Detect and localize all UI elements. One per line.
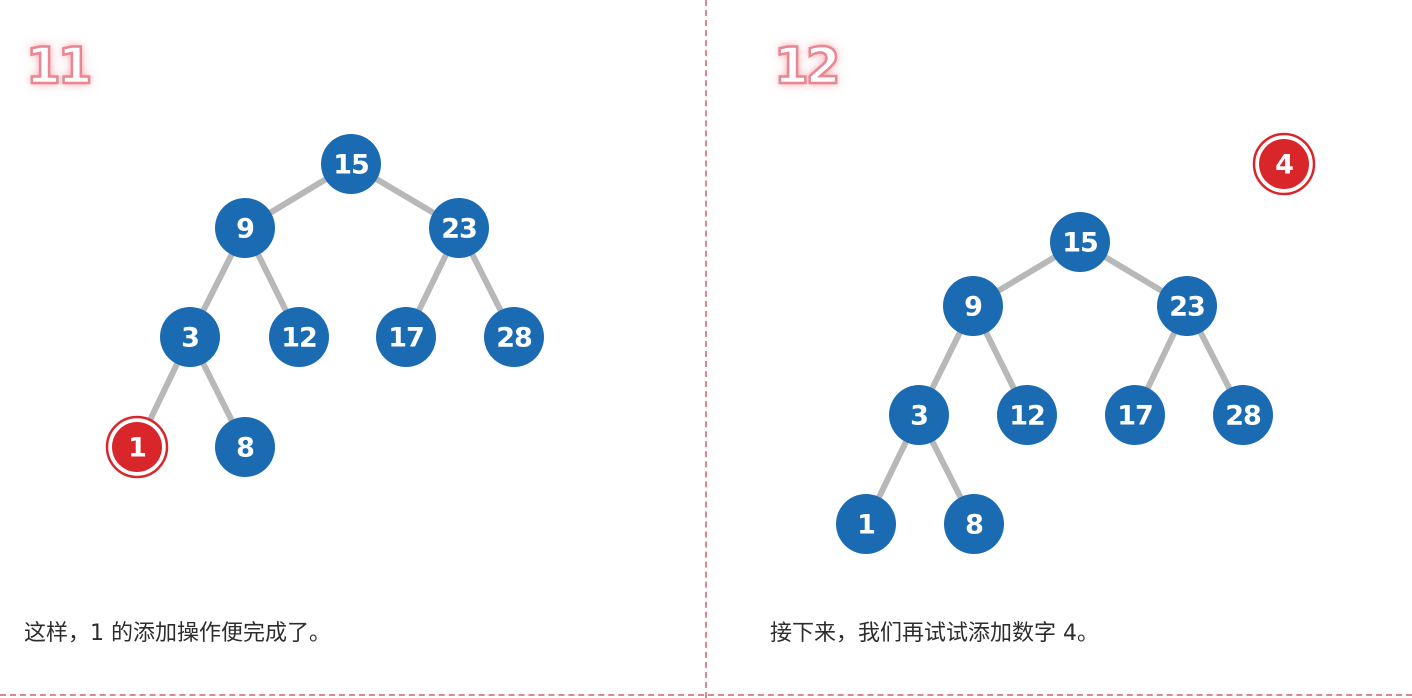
tree-node-15: 15 — [1050, 212, 1110, 272]
node-label: 4 — [1275, 150, 1293, 181]
node-label: 28 — [1225, 401, 1261, 432]
tree-node-12: 12 — [997, 385, 1057, 445]
tree-node-8: 8 — [944, 494, 1004, 554]
node-label: 15 — [1062, 228, 1098, 259]
tree-node-1: 1 — [105, 415, 169, 479]
tree-node-15: 15 — [321, 134, 381, 194]
node-label: 23 — [1169, 292, 1205, 323]
bottom-divider — [0, 694, 1412, 696]
tree-node-3: 3 — [889, 385, 949, 445]
node-label: 28 — [496, 323, 532, 354]
tree-node-9: 9 — [215, 198, 275, 258]
node-label: 8 — [236, 433, 254, 464]
node-label: 1 — [128, 433, 146, 464]
heap-tree-diagram: 15 9 23 3 12 17 28 1 8 4 — [836, 132, 1316, 554]
tree-node-23: 23 — [429, 198, 489, 258]
tree-node-28: 28 — [484, 307, 544, 367]
node-label: 15 — [333, 150, 369, 181]
tree-node-8: 8 — [215, 417, 275, 477]
panel-step-11: 11 15 9 23 3 12 17 28 1 8 这样，1 的添加操作便完成了。 — [0, 0, 706, 698]
tree-node-4: 4 — [1252, 132, 1316, 196]
tree-node-9: 9 — [943, 276, 1003, 336]
node-label: 12 — [1009, 401, 1045, 432]
node-label: 3 — [910, 401, 928, 432]
caption: 这样，1 的添加操作便完成了。 — [24, 621, 331, 646]
tree-node-3: 3 — [160, 307, 220, 367]
tree-node-17: 17 — [376, 307, 436, 367]
node-label: 9 — [964, 292, 982, 323]
tree-node-28: 28 — [1213, 385, 1273, 445]
node-label: 17 — [1117, 401, 1153, 432]
tree-node-1: 1 — [836, 494, 896, 554]
tree-node-17: 17 — [1105, 385, 1165, 445]
panel-step-12: 12 15 9 23 3 12 17 28 1 8 4 接下来，我们再试试添加数字 4。 — [706, 0, 1412, 698]
tree-node-12: 12 — [269, 307, 329, 367]
node-label: 1 — [857, 510, 875, 541]
caption: 接下来，我们再试试添加数字 4。 — [770, 621, 1099, 646]
tree-node-23: 23 — [1157, 276, 1217, 336]
node-label: 8 — [965, 510, 983, 541]
node-label: 17 — [388, 323, 424, 354]
heap-tree-diagram: 15 9 23 3 12 17 28 1 8 — [105, 134, 544, 479]
node-label: 9 — [236, 214, 254, 245]
node-label: 23 — [441, 214, 477, 245]
node-label: 3 — [181, 323, 199, 354]
node-label: 12 — [281, 323, 317, 354]
